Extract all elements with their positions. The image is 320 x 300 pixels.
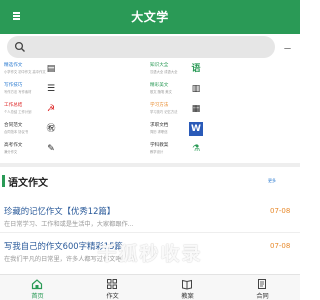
category-grid: 精选作文 小学作文 初中作文 高中作文 ▤ 知识大全 汉语大全 成语大全 语 写…: [0, 60, 300, 162]
article-date: 07-08: [270, 242, 291, 250]
article-excerpt: 在我们平凡的日常里，许多人都写过作文吧，...: [4, 256, 134, 263]
category-subtitle: 学习技巧 记忆方法: [150, 110, 178, 114]
grid-icon: [107, 279, 117, 289]
category-subtitle: 教学设计: [150, 150, 164, 154]
category-item[interactable]: 精彩美文 散文 随笔 美文 ▥: [0, 80, 200, 100]
search-side-text: 一: [284, 45, 291, 53]
category-item[interactable]: 求职文档 简历 求职信 W: [0, 120, 203, 140]
category-subtitle: 汉语大全 成语大全: [150, 70, 178, 74]
article-date: 07-08: [270, 207, 291, 215]
category-subtitle: 简历 求职信: [150, 130, 168, 134]
section-divider: [0, 163, 300, 167]
book-stack-icon: ▥: [191, 84, 201, 94]
search-input[interactable]: [7, 36, 275, 58]
category-title: 知识大全: [150, 63, 169, 68]
nav-label: 合同: [256, 293, 269, 300]
category-item[interactable]: 学科教案 教学设计 ⚗: [0, 140, 200, 160]
category-title: 学科教案: [150, 143, 169, 148]
category-title: 学习方法: [150, 103, 169, 108]
category-item[interactable]: 学习方法 学习技巧 记忆方法 ▦: [0, 100, 200, 120]
article-title[interactable]: 珍藏的记忆作文【优秀12篇】: [4, 205, 115, 217]
book-icon: ▦: [191, 104, 201, 114]
home-icon: [31, 279, 43, 290]
section-title: 语文作文: [8, 178, 48, 189]
section-accent-bar: [2, 175, 5, 187]
nav-label: 教案: [181, 293, 194, 300]
nav-label: 首页: [31, 293, 44, 300]
document-icon: [258, 279, 266, 289]
category-subtitle: 散文 随笔 美文: [150, 90, 172, 94]
bottom-navigation: 首页 作文 教案 合同: [0, 274, 300, 300]
category-title: 求职文档: [150, 123, 169, 128]
nav-lesson-plan[interactable]: 教案: [150, 275, 225, 300]
app-title: 大文学: [131, 10, 169, 24]
book-icon: [182, 279, 192, 290]
section-header: 语文作文 更多: [0, 170, 300, 192]
more-link[interactable]: 更多: [268, 178, 276, 184]
category-item[interactable]: 知识大全 汉语大全 成语大全 语: [0, 60, 201, 80]
category-title: 精彩美文: [150, 83, 169, 88]
word-document-icon: W: [189, 122, 203, 136]
search-row: 一: [0, 34, 300, 59]
nav-home[interactable]: 首页: [0, 275, 75, 300]
article-divider: [0, 232, 300, 233]
flask-icon: ⚗: [191, 144, 201, 154]
article-item[interactable]: 写我自己的作文600字精彩15篇 在我们平凡的日常里，许多人都写过作文吧，...…: [0, 240, 300, 270]
top-app-bar: 大文学: [0, 0, 300, 34]
nav-label: 作文: [106, 293, 119, 300]
article-item[interactable]: 珍藏的记忆作文【优秀12篇】 在日常学习、工作和或是生活中，大家都跟作... 0…: [0, 205, 300, 235]
article-title[interactable]: 写我自己的作文600字精彩15篇: [4, 240, 123, 252]
article-excerpt: 在日常学习、工作和或是生活中，大家都跟作...: [4, 221, 134, 228]
search-icon: [14, 41, 25, 52]
yu-character-icon: 语: [191, 64, 201, 74]
nav-essay[interactable]: 作文: [75, 275, 150, 300]
nav-contract[interactable]: 合同: [225, 275, 300, 300]
